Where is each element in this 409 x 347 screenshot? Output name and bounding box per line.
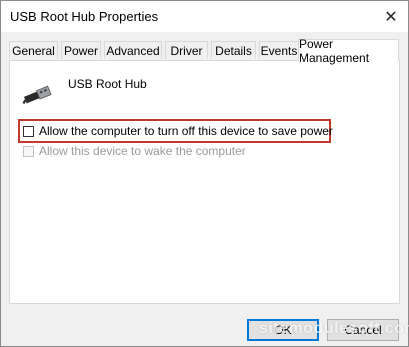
window-title: USB Root Hub Properties <box>10 9 159 24</box>
tab-power-management[interactable]: Power Management <box>298 37 399 65</box>
tab-strip: General Power Advanced Driver Details Ev… <box>9 37 401 65</box>
allow-turn-off-label: Allow the computer to turn off this devi… <box>39 124 333 138</box>
tab-power[interactable]: Power <box>61 41 101 59</box>
allow-wake-checkbox <box>23 145 34 157</box>
allow-wake-label: Allow this device to wake the computer <box>39 144 246 158</box>
device-name: USB Root Hub <box>68 77 147 91</box>
tab-advanced[interactable]: Advanced <box>104 41 162 59</box>
properties-dialog: USB Root Hub Properties ✕ General Power … <box>0 0 409 347</box>
tab-driver[interactable]: Driver <box>165 41 208 59</box>
tab-panel <box>9 60 400 304</box>
tab-general[interactable]: General <box>9 41 58 59</box>
allow-turn-off-option[interactable]: Allow the computer to turn off this devi… <box>23 124 333 138</box>
close-button[interactable]: ✕ <box>374 1 408 32</box>
usb-connector-icon <box>22 85 52 105</box>
title-bar: USB Root Hub Properties ✕ <box>1 1 408 32</box>
tab-details[interactable]: Details <box>211 41 256 59</box>
allow-wake-option: Allow this device to wake the computer <box>23 144 246 158</box>
allow-turn-off-checkbox[interactable] <box>23 125 34 137</box>
tab-events[interactable]: Events <box>259 41 299 59</box>
watermark: sitemodulesoft.com <box>259 320 409 337</box>
